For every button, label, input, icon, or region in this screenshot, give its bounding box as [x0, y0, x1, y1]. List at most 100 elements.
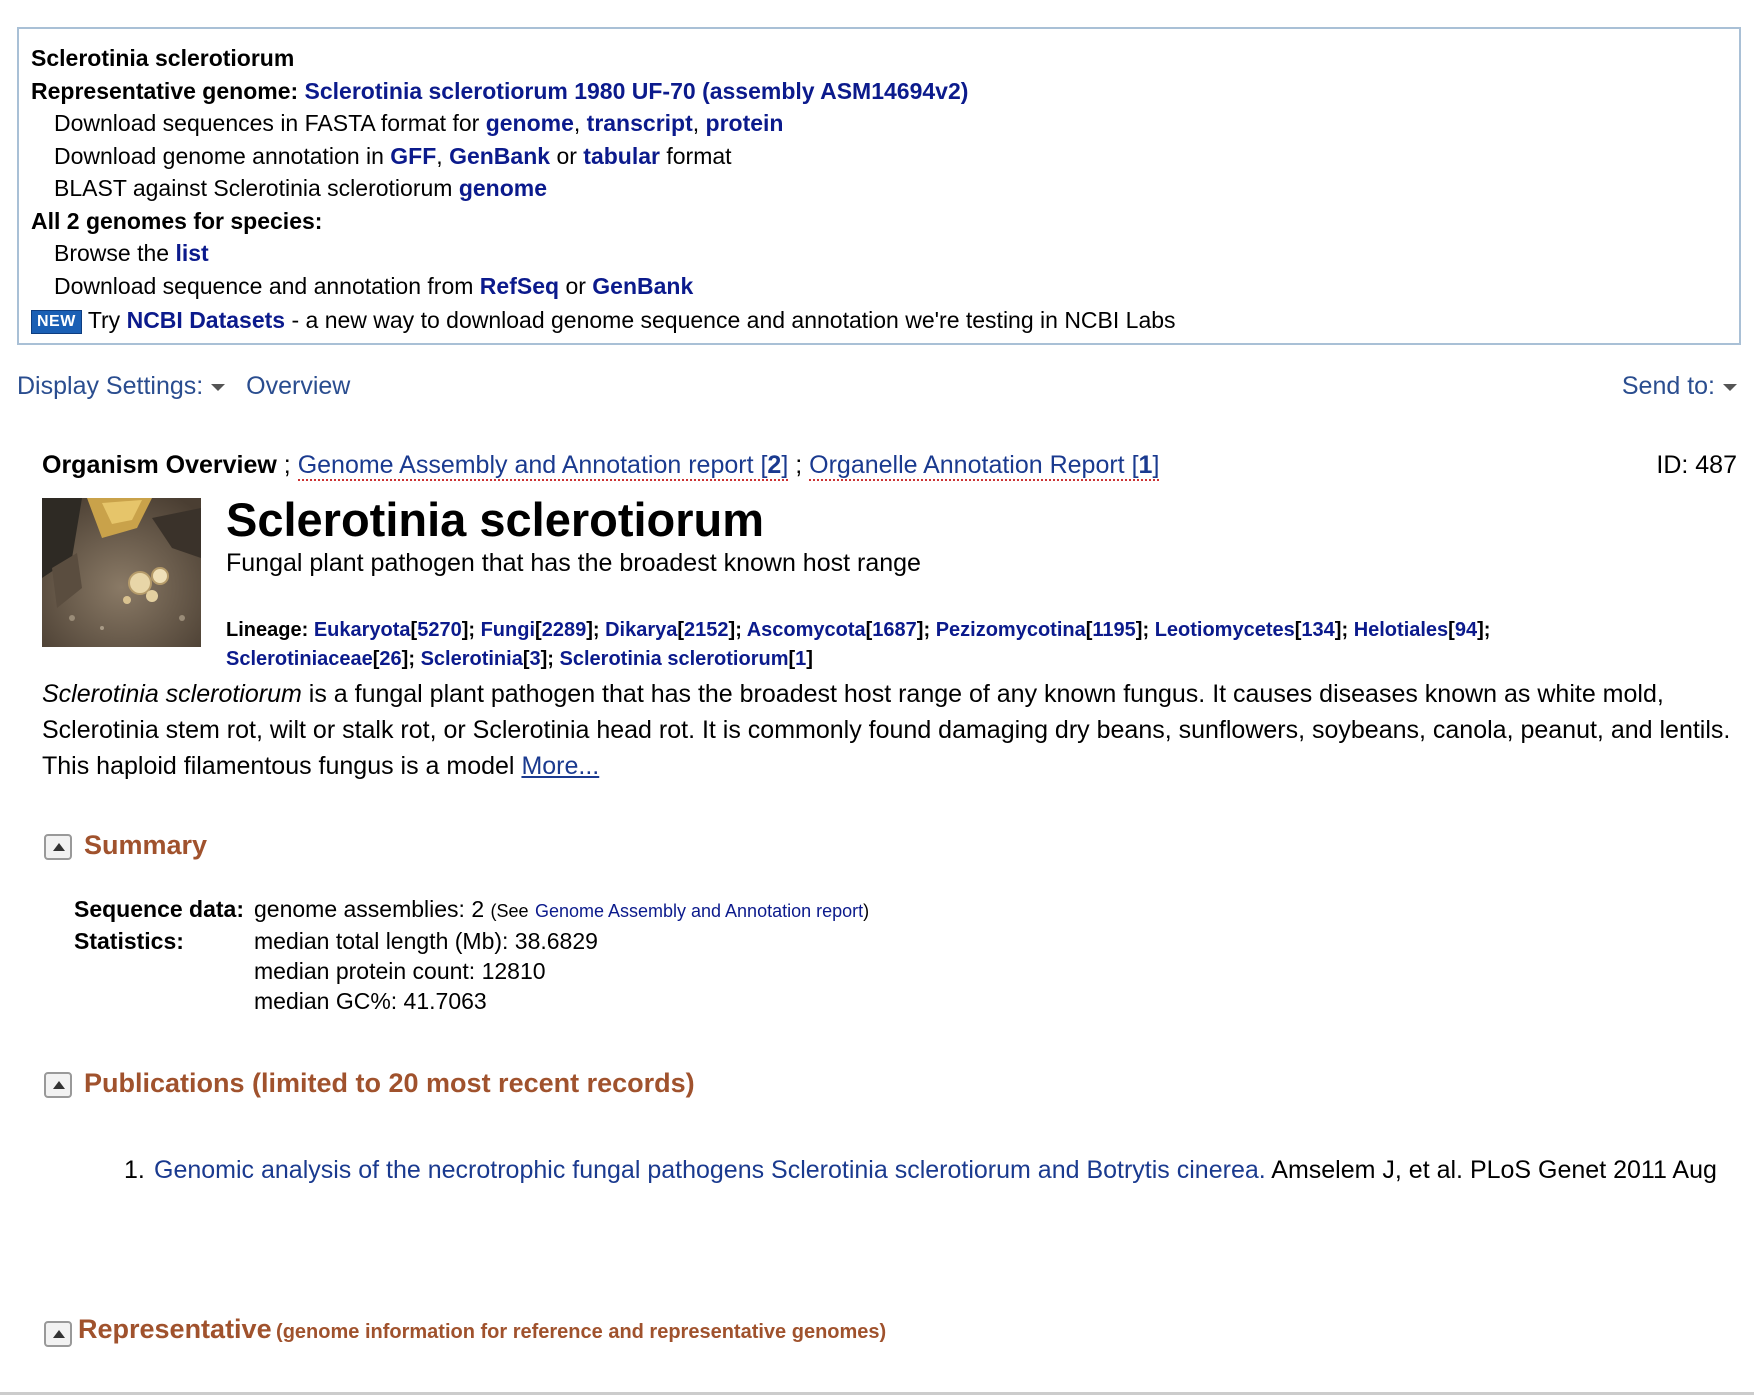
- stat-protein-count: median protein count: 12810: [254, 958, 546, 984]
- lineage-count-link[interactable]: 134: [1301, 619, 1334, 641]
- publication-citation: Amselem J, et al. PLoS Genet 2011 Aug: [1265, 1156, 1717, 1184]
- annot-or: or: [556, 142, 577, 169]
- statistics-label: Statistics:: [74, 928, 184, 954]
- genbank-download-link[interactable]: GenBank: [592, 273, 693, 299]
- organism-description: Sclerotinia sclerotiorum is a fungal pla…: [42, 676, 1742, 784]
- lineage-link[interactable]: Ascomycota: [747, 619, 866, 641]
- representative-section-header[interactable]: Representative (genome information for r…: [44, 1314, 886, 1347]
- horizontal-scrollbar[interactable]: [0, 1392, 1754, 1395]
- blast-genome-link[interactable]: genome: [459, 175, 547, 201]
- bracket: [: [1448, 619, 1455, 641]
- bracket: ];: [1334, 619, 1354, 641]
- stat-total-length: median total length (Mb): 38.6829: [254, 928, 598, 954]
- gff-link[interactable]: GFF: [390, 143, 436, 169]
- datasets-suffix: - a new way to download genome sequence …: [291, 307, 1176, 333]
- bracket: ];: [401, 648, 421, 670]
- lineage-link[interactable]: Pezizomycotina: [936, 619, 1086, 641]
- stat-gc: median GC%: 41.7063: [254, 988, 487, 1014]
- bracket: ];: [916, 619, 936, 641]
- collapse-toggle-icon[interactable]: [44, 1071, 72, 1098]
- bracket: ];: [728, 619, 747, 641]
- lineage-link[interactable]: Sclerotinia: [421, 648, 523, 670]
- representative-subheading: (genome information for reference and re…: [276, 1321, 887, 1343]
- collapse-toggle-icon[interactable]: [44, 1320, 72, 1347]
- collapse-toggle-icon[interactable]: [44, 833, 72, 860]
- bracket: ];: [461, 619, 481, 641]
- more-link[interactable]: More...: [521, 752, 599, 780]
- organism-overview-label: Organism Overview: [42, 451, 277, 479]
- lineage-count-link[interactable]: 26: [379, 648, 401, 670]
- record-id: ID: 487: [1656, 451, 1737, 479]
- publication-item: 1. Genomic analysis of the necrotrophic …: [124, 1148, 1734, 1192]
- fasta-text: Download sequences in FASTA format for: [54, 110, 480, 136]
- browse-list-link[interactable]: list: [175, 240, 208, 266]
- publication-title-link[interactable]: Genomic analysis of the necrotrophic fun…: [154, 1156, 1266, 1184]
- see-open: (See: [490, 901, 529, 921]
- lineage-link[interactable]: Fungi: [481, 619, 535, 641]
- fasta-protein-link[interactable]: protein: [706, 110, 784, 136]
- see-close: ): [863, 901, 870, 921]
- species-name: Sclerotinia sclerotiorum: [31, 45, 295, 71]
- rep-genome-link[interactable]: Sclerotinia sclerotiorum 1980 UF-70 (ass…: [305, 78, 969, 104]
- separator: ;: [283, 451, 291, 479]
- chevron-down-icon: [211, 383, 226, 391]
- bracket: [: [535, 619, 542, 641]
- fasta-genome-link[interactable]: genome: [486, 110, 574, 136]
- lineage-link[interactable]: Sclerotiniaceae: [226, 648, 373, 670]
- bracket: ];: [1477, 619, 1491, 641]
- bracket: [: [522, 648, 530, 670]
- download-or: or: [565, 272, 586, 299]
- see-assembly-report-link[interactable]: Genome Assembly and Annotation report: [535, 901, 863, 921]
- tabular-link[interactable]: tabular: [583, 143, 660, 169]
- lineage-count-link[interactable]: 1195: [1092, 619, 1135, 641]
- lineage: Lineage: Eukaryota[5270]; Fungi[2289]; D…: [226, 616, 1626, 674]
- refseq-link[interactable]: RefSeq: [480, 273, 559, 299]
- summary-heading: Summary: [84, 830, 208, 860]
- lineage-link[interactable]: Leotiomycetes: [1155, 619, 1295, 641]
- lineage-count-link[interactable]: 3: [530, 648, 541, 670]
- lineage-link[interactable]: Helotiales: [1354, 619, 1448, 641]
- download-text: Download sequence and annotation from: [54, 272, 474, 299]
- send-to-button[interactable]: Send to:: [1622, 372, 1737, 400]
- annot-suffix: format: [666, 142, 732, 169]
- lineage-label: Lineage:: [226, 619, 309, 641]
- lineage-link[interactable]: Eukaryota: [314, 619, 411, 641]
- organelle-report-link[interactable]: Organelle Annotation Report [1]: [809, 451, 1160, 481]
- lineage-count-link[interactable]: 5270: [417, 619, 462, 641]
- representative-heading: Representative: [78, 1314, 272, 1344]
- display-toolbar: Display Settings: Overview Send to:: [17, 372, 1737, 406]
- report-tabs: Organism Overview ; Genome Assembly and …: [42, 451, 1737, 481]
- lineage-count-link[interactable]: 1687: [872, 619, 917, 641]
- genbank-annot-link[interactable]: GenBank: [449, 143, 550, 169]
- lineage-link[interactable]: Dikarya: [605, 619, 677, 641]
- blast-text: BLAST against Sclerotinia sclerotiorum: [54, 175, 453, 201]
- lineage-count-link[interactable]: 1: [795, 648, 806, 670]
- organism-title: Sclerotinia sclerotiorum: [226, 493, 765, 546]
- desc-species: Sclerotinia sclerotiorum: [42, 680, 302, 708]
- sequence-data-value: genome assemblies: 2: [254, 896, 485, 922]
- publications-heading: Publications (limited to 20 most recent …: [84, 1068, 695, 1098]
- lineage-count-link[interactable]: 2289: [542, 619, 587, 641]
- organism-photo: [42, 498, 201, 647]
- rep-genome-label: Representative genome:: [31, 77, 299, 104]
- summary-section-header[interactable]: Summary: [44, 830, 207, 861]
- new-badge: NEW: [31, 310, 82, 334]
- summary-content: Sequence data: genome assemblies: 2 (See …: [74, 894, 869, 1016]
- lineage-link[interactable]: Sclerotinia sclerotiorum: [560, 648, 789, 670]
- display-settings-button[interactable]: Display Settings:: [17, 372, 226, 400]
- fasta-transcript-link[interactable]: transcript: [587, 110, 693, 136]
- annotation-text: Download genome annotation in: [54, 142, 384, 169]
- ncbi-datasets-link[interactable]: NCBI Datasets: [127, 307, 286, 333]
- bracket: ]: [806, 648, 813, 670]
- separator: ;: [795, 451, 803, 479]
- publication-number: 1.: [124, 1156, 145, 1184]
- try-text: Try: [87, 307, 121, 333]
- lineage-count-link[interactable]: 2152: [684, 619, 729, 641]
- publications-section-header[interactable]: Publications (limited to 20 most recent …: [44, 1068, 695, 1099]
- all-genomes-label: All 2 genomes for species:: [31, 207, 323, 234]
- bracket: ];: [540, 648, 560, 670]
- assembly-report-link[interactable]: Genome Assembly and Annotation report [2…: [297, 451, 789, 481]
- lineage-count-link[interactable]: 94: [1455, 619, 1477, 641]
- bracket: ];: [1135, 619, 1155, 641]
- bracket: ];: [586, 619, 606, 641]
